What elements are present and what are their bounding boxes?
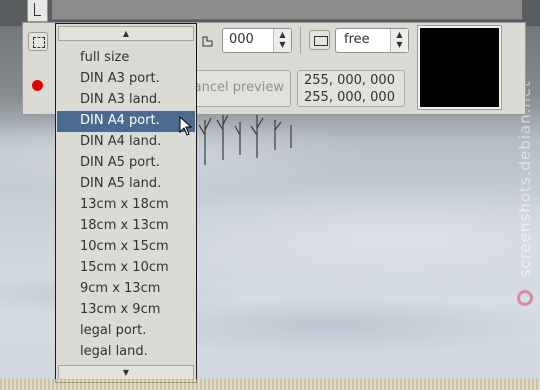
scroll-up-icon[interactable]: ▲ bbox=[58, 26, 194, 41]
menu-item[interactable]: 15cm x 10cm bbox=[57, 258, 195, 279]
color-readout-line-1: 255, 000, 000 bbox=[304, 73, 395, 88]
menu-item[interactable]: legal land. bbox=[57, 342, 195, 363]
debian-logo-icon bbox=[517, 290, 533, 306]
ratio-icon[interactable] bbox=[309, 30, 330, 50]
color-preview-swatch bbox=[417, 25, 502, 110]
record-button[interactable] bbox=[28, 75, 48, 97]
toolbar-divider bbox=[300, 27, 301, 54]
menu-item[interactable]: 13cm x 9cm bbox=[57, 300, 195, 321]
ratio-combo-value: free bbox=[344, 32, 370, 47]
number-value: 000 bbox=[229, 32, 254, 47]
scroll-down-icon[interactable]: ▼ bbox=[58, 365, 194, 380]
size-dropdown-menu[interactable]: ▲ full size DIN A3 port. DIN A3 land. DIN A… bbox=[55, 23, 197, 383]
menu-item[interactable]: DIN A5 land. bbox=[57, 174, 195, 195]
menu-item[interactable]: 13cm x 18cm bbox=[57, 195, 195, 216]
size-options-list: full size DIN A3 port. DIN A3 land. DIN A4 … bbox=[57, 48, 195, 363]
menu-item[interactable]: DIN A3 port. bbox=[57, 69, 195, 90]
corner-button[interactable] bbox=[27, 0, 48, 22]
selection-icon[interactable] bbox=[28, 32, 48, 51]
menu-item[interactable]: DIN A4 land. bbox=[57, 132, 195, 153]
record-dot-icon bbox=[32, 80, 43, 91]
menu-item[interactable]: full size bbox=[57, 48, 195, 69]
mouse-pointer-icon bbox=[179, 116, 193, 136]
hand-tool-icon bbox=[202, 36, 213, 47]
menu-item[interactable]: 18cm x 13cm bbox=[57, 216, 195, 237]
menu-item[interactable]: DIN A4 port. bbox=[57, 111, 195, 132]
menu-item[interactable]: DIN A3 land. bbox=[57, 90, 195, 111]
combo-arrows-icon[interactable]: ▲ ▼ bbox=[390, 29, 408, 52]
ratio-combo[interactable]: free ▲ ▼ bbox=[335, 28, 409, 53]
color-readout-line-2: 255, 000, 000 bbox=[304, 90, 395, 105]
bottom-selection-strip bbox=[0, 379, 540, 390]
menu-item[interactable]: legal port. bbox=[57, 321, 195, 342]
image-area-top bbox=[52, 0, 522, 20]
color-readout: 255, 000, 000 255, 000, 000 bbox=[297, 70, 405, 107]
menu-item[interactable]: DIN A5 port. bbox=[57, 153, 195, 174]
number-spin-field[interactable]: 000 ▲ ▼ bbox=[222, 28, 292, 53]
menu-item[interactable]: 10cm x 15cm bbox=[57, 237, 195, 258]
menu-item[interactable]: 9cm x 13cm bbox=[57, 279, 195, 300]
spin-arrows-icon[interactable]: ▲ ▼ bbox=[273, 29, 291, 52]
